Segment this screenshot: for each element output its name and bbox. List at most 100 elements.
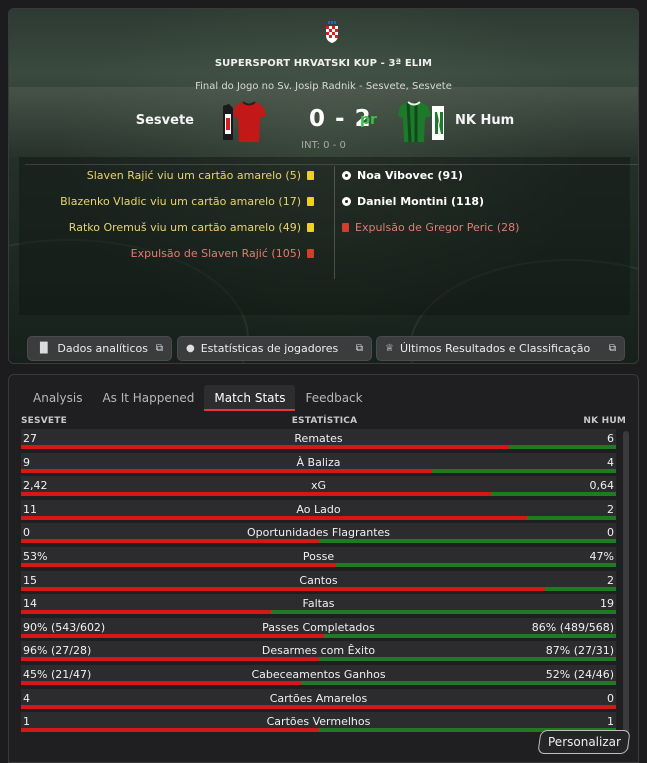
stat-row: 0 Oportunidades Flagrantes 0 bbox=[21, 523, 616, 545]
away-stat-value: 6 bbox=[607, 432, 614, 445]
external-link-icon: ⧉ bbox=[155, 343, 163, 354]
stat-label: Cartões Vermelhos bbox=[266, 715, 371, 729]
home-share-bar bbox=[21, 657, 319, 662]
bar-chart-icon: ▐▌ bbox=[36, 343, 52, 354]
away-stat-value: 19 bbox=[600, 597, 614, 611]
away-stat-value: 2 bbox=[607, 502, 614, 516]
tab-bar: Analysis As It Happened Match Stats Feed… bbox=[23, 385, 373, 411]
divider bbox=[25, 164, 638, 165]
away-kit-icon[interactable] bbox=[398, 100, 446, 144]
stat-label: Cabeceamentos Ganhos bbox=[251, 668, 386, 681]
home-share-bar bbox=[21, 468, 432, 473]
stat-comparison-bar bbox=[21, 610, 616, 615]
event-text: Slaven Rajić viu um cartão amarelo (5) bbox=[86, 169, 301, 182]
stat-row: 96% (27/28) Desarmes com Êxito 87% (27/31) bbox=[21, 641, 616, 663]
analytics-label: Dados analíticos bbox=[57, 342, 148, 355]
goal-ball-icon bbox=[342, 197, 351, 206]
competition-title: SUPERSPORT HRVATSKI KUP - 3ª ELIM bbox=[214, 58, 433, 69]
yellow-card-icon bbox=[307, 171, 314, 180]
tab-as-it-happened[interactable]: As It Happened bbox=[92, 385, 204, 411]
stat-label: Ao Lado bbox=[296, 502, 341, 516]
analytics-button[interactable]: ▐▌ Dados analíticos ⧉ bbox=[27, 336, 172, 361]
away-stat-value: 87% (27/31) bbox=[545, 644, 614, 658]
tab-analysis[interactable]: Analysis bbox=[23, 385, 92, 411]
stat-label: xG bbox=[310, 479, 327, 493]
stat-comparison-bar bbox=[21, 515, 616, 520]
yellow-card-icon bbox=[307, 223, 314, 232]
stat-row: 27 Remates 6 bbox=[21, 429, 616, 451]
stat-row: 11 Ao Lado 2 bbox=[21, 499, 616, 522]
tab-match-stats[interactable]: Match Stats bbox=[204, 385, 296, 411]
away-event-item: Daniel Montini (118) bbox=[342, 195, 484, 208]
external-link-icon: ⧉ bbox=[608, 343, 616, 354]
away-stat-value: 52% (24/46) bbox=[545, 668, 614, 681]
stat-row: 53% Posse 47% bbox=[21, 547, 616, 569]
stat-row: 45% (21/47) Cabeceamentos Ganhos 52% (24/4… bbox=[21, 665, 616, 687]
away-stat-value: 47% bbox=[589, 550, 614, 563]
home-share-bar bbox=[21, 445, 509, 449]
away-stat-value: 0,64 bbox=[589, 479, 615, 493]
trophy-icon: ♕ bbox=[385, 343, 394, 354]
away-column-header: NK HUM bbox=[583, 416, 626, 426]
stat-row: 15 Cantos 2 bbox=[21, 570, 616, 593]
stat-label: Passes Completados bbox=[262, 620, 375, 634]
event-text: Expulsão de Slaven Rajić (105) bbox=[130, 247, 301, 260]
stat-comparison-bar bbox=[21, 539, 616, 544]
away-stat-value: 4 bbox=[607, 455, 614, 469]
stat-column-header: ESTATÍSTICA bbox=[291, 416, 358, 426]
external-link-icon: ⧉ bbox=[355, 343, 363, 354]
away-stat-value: 0 bbox=[607, 526, 614, 540]
venue-text: Final do Jogo no Sv. Josip Radnik - Sesv… bbox=[195, 81, 452, 92]
home-share-bar bbox=[21, 704, 616, 709]
player-stats-label: Estatísticas de jogadores bbox=[200, 342, 339, 355]
red-card-icon bbox=[342, 223, 349, 232]
home-event-item: Slaven Rajić viu um cartão amarelo (5) bbox=[87, 169, 314, 182]
results-button[interactable]: ♕ Últimos Resultados e Classificação ⧉ bbox=[376, 336, 625, 361]
home-share-bar bbox=[21, 515, 527, 520]
stat-comparison-bar bbox=[21, 728, 616, 733]
match-header-card: SUPERSPORT HRVATSKI KUP - 3ª ELIM Final … bbox=[8, 8, 639, 364]
home-event-item: Ratko Oremuš viu um cartão amarelo (49) bbox=[69, 221, 314, 234]
home-team-name[interactable]: Sesvete bbox=[136, 113, 194, 128]
stat-comparison-bar bbox=[21, 563, 616, 567]
stat-comparison-bar bbox=[21, 445, 616, 449]
stat-row: 14 Faltas 19 bbox=[21, 594, 616, 616]
match-stats-card: Analysis As It Happened Match Stats Feed… bbox=[8, 374, 639, 763]
red-card-icon bbox=[307, 249, 314, 258]
divider bbox=[334, 166, 335, 279]
person-icon: ● bbox=[186, 343, 195, 354]
stat-comparison-bar bbox=[21, 586, 616, 591]
home-share-bar bbox=[21, 586, 545, 591]
away-stat-value: 0 bbox=[607, 691, 614, 705]
event-text: Ratko Oremuš viu um cartão amarelo (49) bbox=[68, 221, 301, 234]
event-text: Expulsão de Gregor Peric (28) bbox=[355, 221, 520, 234]
stat-row: 1 Cartões Vermelhos 1 bbox=[21, 712, 616, 734]
player-stats-button[interactable]: ● Estatísticas de jogadores ⧉ bbox=[177, 336, 372, 361]
tab-feedback[interactable]: Feedback bbox=[295, 385, 372, 411]
stat-row: 2,42 xG 0,64 bbox=[21, 476, 616, 498]
goal-ball-icon bbox=[342, 171, 351, 180]
stat-label: Remates bbox=[294, 432, 343, 445]
away-event-item: Expulsão de Gregor Peric (28) bbox=[342, 221, 519, 234]
stat-comparison-bar bbox=[21, 492, 616, 497]
customize-label: Personalizar bbox=[547, 735, 621, 749]
stat-row: 90% (543/602) Passes Completados 86% (489/… bbox=[21, 617, 616, 640]
stat-comparison-bar bbox=[21, 704, 616, 709]
stat-label: À Baliza bbox=[296, 455, 341, 469]
away-team-name[interactable]: NK Hum bbox=[455, 113, 514, 128]
stat-comparison-bar bbox=[21, 468, 616, 473]
stat-label: Faltas bbox=[302, 597, 335, 611]
stat-label: Oportunidades Flagrantes bbox=[246, 526, 391, 540]
event-text: Blazenko Vladic viu um cartão amarelo (1… bbox=[60, 195, 301, 208]
customize-button[interactable]: Personalizar bbox=[537, 730, 631, 754]
scrollbar[interactable] bbox=[623, 431, 629, 751]
home-share-bar bbox=[21, 633, 325, 638]
away-stat-value: 2 bbox=[607, 573, 614, 587]
results-label: Últimos Resultados e Classificação bbox=[399, 342, 591, 355]
stat-row: 4 Cartões Amarelos 0 bbox=[21, 688, 616, 711]
yellow-card-icon bbox=[307, 197, 314, 206]
stat-label: Cartões Amarelos bbox=[269, 691, 368, 705]
home-kit-icon[interactable] bbox=[219, 100, 267, 144]
home-event-item: Blazenko Vladic viu um cartão amarelo (1… bbox=[60, 195, 314, 208]
score-suffix: pr bbox=[360, 112, 377, 128]
